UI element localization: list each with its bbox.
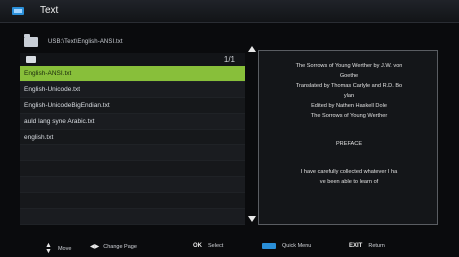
preview-line: PREFACE xyxy=(335,141,363,147)
return-label: Return xyxy=(368,243,385,249)
file-name: auld lang syne Arabic.txt xyxy=(24,117,95,125)
file-list-item[interactable]: English-UnicodeBigEndian.txt xyxy=(20,98,245,114)
select-label: Select xyxy=(208,243,224,249)
file-list-item[interactable] xyxy=(20,209,245,225)
file-name: English-Unicode.txt xyxy=(24,85,80,93)
preview-line: Translated by Thomas Carlyle and R.D. Bo xyxy=(295,83,403,89)
move-label: Move xyxy=(57,246,72,252)
help-return: EXIT Return xyxy=(349,243,385,249)
scroll-up-arrow-icon[interactable] xyxy=(248,46,256,52)
preview-text: The Sorrows of Young Werther by J.W. von… xyxy=(259,61,439,187)
preview-line: The Sorrows of Young Werther xyxy=(310,113,388,119)
help-quick-menu: Quick Menu xyxy=(262,243,311,249)
file-list-item[interactable]: english.txt xyxy=(20,130,245,146)
breadcrumb: USB:\Text\English-ANSI.txt xyxy=(24,34,123,49)
preview-line: Edited by Nathen Haskell Dole xyxy=(311,103,387,109)
blue-menu-key-icon xyxy=(262,243,276,249)
title-bar: Text xyxy=(0,0,459,23)
change-page-label: Change Page xyxy=(103,243,137,250)
preview-line: ve been able to learn of xyxy=(319,179,379,185)
exit-key: EXIT xyxy=(349,243,363,249)
text-app-icon xyxy=(12,7,24,15)
file-list-panel: 1/1 English-ANSI.txt English-Unicode.txt E… xyxy=(20,53,245,225)
preview-line: ylan xyxy=(343,93,355,99)
file-list-item[interactable] xyxy=(20,193,245,210)
file-list-item[interactable] xyxy=(20,177,245,194)
ok-key: OK xyxy=(193,243,202,249)
file-list-item[interactable] xyxy=(20,161,245,178)
file-type-icon xyxy=(26,56,36,63)
help-select: OK Select xyxy=(193,243,223,249)
current-path: USB:\Text\English-ANSI.txt xyxy=(48,39,123,45)
file-list-item[interactable]: English-ANSI.txt xyxy=(20,66,245,82)
file-list: English-ANSI.txt English-Unicode.txt Engli… xyxy=(20,66,245,225)
preview-line xyxy=(259,149,439,167)
folder-icon xyxy=(24,34,38,47)
quick-menu-label: Quick Menu xyxy=(282,243,312,249)
file-name: English-UnicodeBigEndian.txt xyxy=(24,101,110,109)
left-right-arrow-icon: ◀▶ xyxy=(90,244,100,250)
file-list-header: 1/1 xyxy=(20,53,245,67)
text-preview-panel: The Sorrows of Young Werther by J.W. von… xyxy=(258,50,438,225)
help-move: ▲ ▼ Move xyxy=(45,242,72,255)
file-list-item[interactable] xyxy=(20,145,245,162)
scroll-down-arrow-icon[interactable] xyxy=(248,216,256,222)
scrollbar[interactable] xyxy=(247,46,256,222)
file-list-item[interactable]: auld lang syne Arabic.txt xyxy=(20,113,245,130)
preview-line: The Sorrows of Young Werther by J.W. von xyxy=(295,63,403,69)
page-count: 1/1 xyxy=(223,55,235,64)
footer-help-bar: ▲ ▼ Move ◀▶ Change Page OK Select Quick M… xyxy=(0,236,459,257)
help-change-page: ◀▶ Change Page xyxy=(90,243,137,251)
file-name: english.txt xyxy=(24,133,54,141)
preview-line xyxy=(259,121,439,139)
preview-line: Goethe xyxy=(339,73,359,79)
up-down-arrow-icon: ▲ ▼ xyxy=(45,242,52,255)
preview-line: I have carefully collected whatever I ha xyxy=(300,169,398,175)
file-name: English-ANSI.txt xyxy=(24,69,72,77)
file-list-item[interactable]: English-Unicode.txt xyxy=(20,81,245,98)
window-title: Text xyxy=(40,5,59,16)
